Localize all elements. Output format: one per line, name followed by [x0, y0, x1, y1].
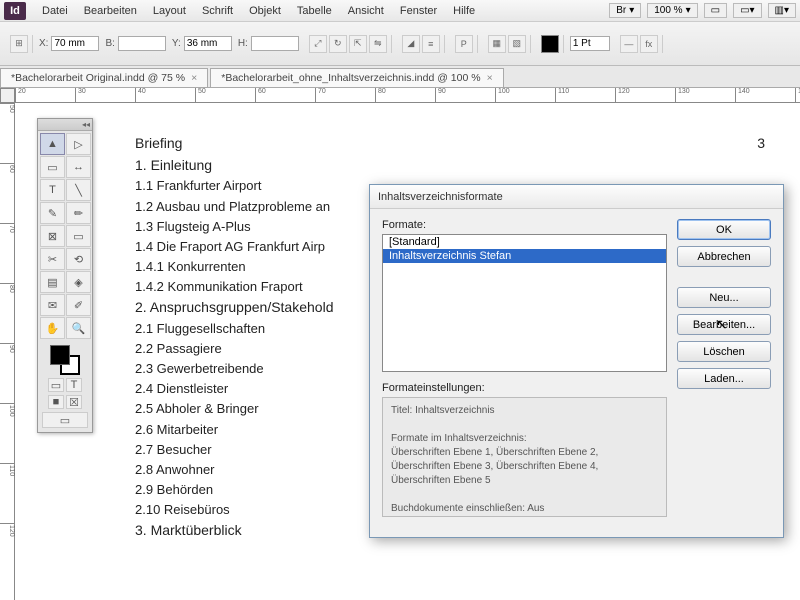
b-label: B: — [105, 38, 114, 49]
app-logo: Id — [4, 2, 26, 20]
eyedropper-tool[interactable]: ✐ — [66, 294, 91, 316]
edit-button[interactable]: Bearbeiten... — [677, 314, 771, 335]
flip-h-icon[interactable]: ⇋ — [369, 35, 387, 53]
hand-tool[interactable]: ✋ — [40, 317, 65, 339]
tab-ohne-inhaltsverzeichnis[interactable]: *Bachelorarbeit_ohne_Inhaltsverzeichnis.… — [210, 68, 503, 87]
scale-icon[interactable]: ⤢ — [309, 35, 327, 53]
menu-schrift[interactable]: Schrift — [194, 5, 241, 17]
menu-hilfe[interactable]: Hilfe — [445, 5, 483, 17]
control-bar: ⊞ X: B: Y: H: ⤢ ↻ ⇱ ⇋ ◢ ≡ P ▦ ▧ — fx — [0, 22, 800, 66]
align-icon[interactable]: ≡ — [422, 35, 440, 53]
toc-formats-dialog: Inhaltsverzeichnisformate Formate: [Stan… — [369, 184, 784, 538]
zoom-tool[interactable]: 🔍 — [66, 317, 91, 339]
dialog-titlebar[interactable]: Inhaltsverzeichnisformate — [370, 185, 783, 209]
x-label: X: — [39, 38, 48, 49]
load-button[interactable]: Laden... — [677, 368, 771, 389]
formats-label: Formate: — [382, 219, 667, 231]
fill-swatch[interactable] — [541, 35, 559, 53]
rotate-icon[interactable]: ↻ — [329, 35, 347, 53]
type-tool[interactable]: T — [40, 179, 65, 201]
menu-objekt[interactable]: Objekt — [241, 5, 289, 17]
ruler-corner — [0, 88, 15, 103]
workspace-icon[interactable]: ▥▾ — [768, 3, 796, 18]
menu-tabelle[interactable]: Tabelle — [289, 5, 340, 17]
formatting-text-icon[interactable]: T — [66, 378, 82, 392]
menu-fenster[interactable]: Fenster — [392, 5, 445, 17]
transform-tool[interactable]: ⟲ — [66, 248, 91, 270]
document-tabs: *Bachelorarbeit Original.indd @ 75 %× *B… — [0, 66, 800, 88]
scissors-tool[interactable]: ✂ — [40, 248, 65, 270]
p-icon[interactable]: P — [455, 35, 473, 53]
formatting-container-icon[interactable]: ▭ — [48, 378, 64, 392]
menubar: Id Datei Bearbeiten Layout Schrift Objek… — [0, 0, 800, 22]
zoom-dropdown[interactable]: 100 % ▾ — [647, 3, 697, 18]
panel-header[interactable]: ◂◂ — [38, 119, 92, 131]
gap-tool[interactable]: ↔ — [66, 156, 91, 178]
toc-entry: 1. Einleitung — [135, 155, 775, 177]
formats-listbox[interactable]: [Standard]Inhaltsverzeichnis Stefan — [382, 234, 667, 372]
settings-box: Titel: Inhaltsverzeichnis Formate im Inh… — [382, 397, 667, 517]
rectangle-frame-tool[interactable]: ⊠ — [40, 225, 65, 247]
toc-entry: Briefing3 — [135, 133, 775, 155]
delete-button[interactable]: Löschen — [677, 341, 771, 362]
apply-color-icon[interactable]: ■ — [48, 395, 64, 409]
menu-bearbeiten[interactable]: Bearbeiten — [76, 5, 145, 17]
bridge-button[interactable]: Br▾ — [609, 3, 641, 18]
reference-point-icon[interactable]: ⊞ — [10, 35, 28, 53]
note-tool[interactable]: ✉ — [40, 294, 65, 316]
tab-original[interactable]: *Bachelorarbeit Original.indd @ 75 %× — [0, 68, 208, 87]
h-label: H: — [238, 38, 248, 49]
apply-none-icon[interactable]: ☒ — [66, 395, 82, 409]
stroke-weight-input[interactable] — [570, 36, 610, 51]
menu-ansicht[interactable]: Ansicht — [340, 5, 392, 17]
direct-selection-tool[interactable]: ▷ — [66, 133, 91, 155]
new-button[interactable]: Neu... — [677, 287, 771, 308]
pen-tool[interactable]: ✎ — [40, 202, 65, 224]
close-icon[interactable]: × — [191, 72, 197, 84]
format-list-item[interactable]: Inhaltsverzeichnis Stefan — [383, 249, 666, 263]
fill-stroke-swatch[interactable] — [50, 345, 80, 375]
y-input[interactable] — [184, 36, 232, 51]
page-tool[interactable]: ▭ — [40, 156, 65, 178]
menu-datei[interactable]: Datei — [34, 5, 76, 17]
menu-layout[interactable]: Layout — [145, 5, 194, 17]
wrap-icon[interactable]: ▦ — [488, 35, 506, 53]
settings-label: Formateinstellungen: — [382, 382, 667, 394]
screen-mode-icon[interactable]: ▭▾ — [733, 3, 761, 18]
b-input[interactable] — [118, 36, 166, 51]
ruler-horizontal: 2030405060708090100110120130140150 — [15, 88, 800, 103]
line-tool[interactable]: ╲ — [66, 179, 91, 201]
gradient-feather-tool[interactable]: ◈ — [66, 271, 91, 293]
screen-mode-tool[interactable]: ▭ — [42, 412, 88, 428]
ruler-vertical: 5060708090100110120 — [0, 103, 15, 600]
corners-icon[interactable]: ◢ — [402, 35, 420, 53]
cancel-button[interactable]: Abbrechen — [677, 246, 771, 267]
gradient-tool[interactable]: ▤ — [40, 271, 65, 293]
wrap2-icon[interactable]: ▧ — [508, 35, 526, 53]
stroke-style-icon[interactable]: — — [620, 35, 638, 53]
rectangle-tool[interactable]: ▭ — [66, 225, 91, 247]
view-mode-icon[interactable]: ▭ — [704, 3, 727, 18]
ok-button[interactable]: OK — [677, 219, 771, 240]
x-input[interactable] — [51, 36, 99, 51]
h-input[interactable] — [251, 36, 299, 51]
pencil-tool[interactable]: ✏ — [66, 202, 91, 224]
y-label: Y: — [172, 38, 181, 49]
close-icon[interactable]: × — [487, 72, 493, 84]
tool-panel: ◂◂ ▲ ▷ ▭ ↔ T ╲ ✎ ✏ ⊠ ▭ ✂ ⟲ ▤ ◈ ✉ ✐ ✋ 🔍 — [37, 118, 93, 433]
format-list-item[interactable]: [Standard] — [383, 235, 666, 249]
effects-icon[interactable]: fx — [640, 35, 658, 53]
shear-icon[interactable]: ⇱ — [349, 35, 367, 53]
selection-tool[interactable]: ▲ — [40, 133, 65, 155]
